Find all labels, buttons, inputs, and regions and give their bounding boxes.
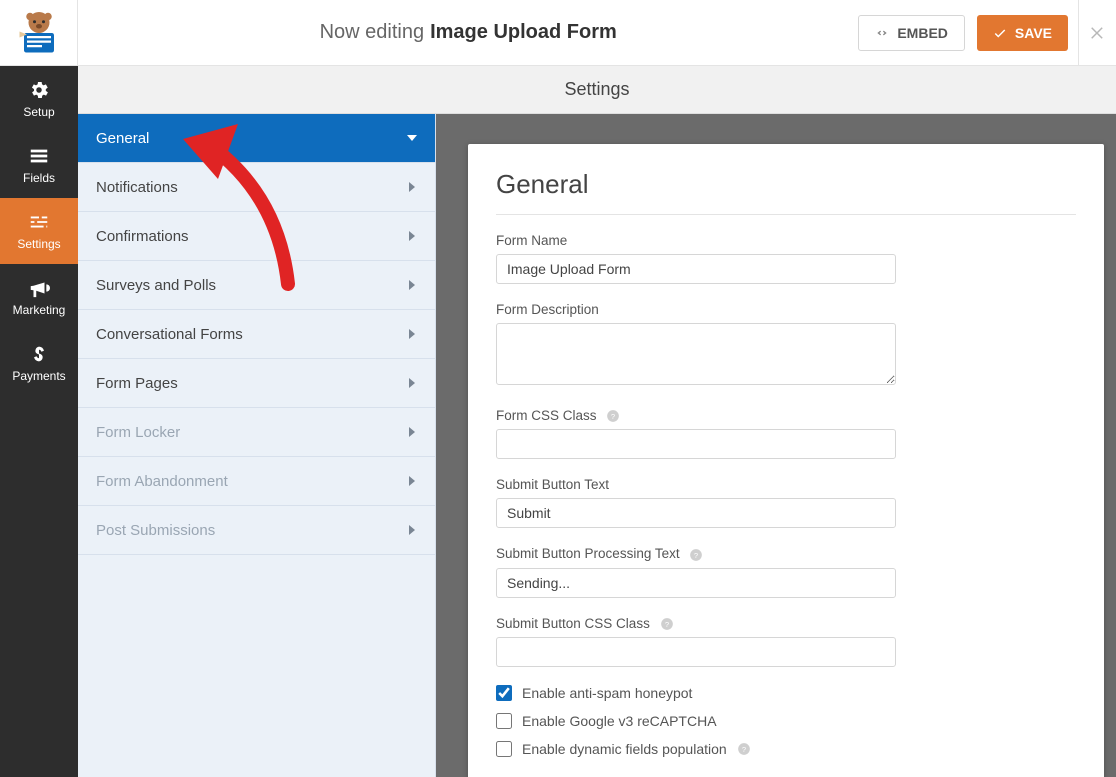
settings-item-label: Notifications [96, 179, 178, 196]
settings-item-form-pages[interactable]: Form Pages [78, 359, 435, 408]
field-submit-processing: Submit Button Processing Text ? [496, 546, 1076, 597]
settings-item-form-abandonment[interactable]: Form Abandonment [78, 457, 435, 506]
top-bar: Now editing Image Upload Form EMBED SAVE [0, 0, 1116, 66]
submit-text-input[interactable] [496, 498, 896, 528]
check-icon [993, 26, 1007, 40]
embed-button[interactable]: EMBED [858, 15, 965, 51]
svg-text:?: ? [664, 620, 668, 629]
settings-item-confirmations[interactable]: Confirmations [78, 212, 435, 261]
help-icon[interactable]: ? [606, 409, 620, 423]
settings-panel: General Notifications Confirmations Surv… [78, 114, 436, 777]
svg-text:?: ? [742, 745, 746, 754]
rail-settings[interactable]: Settings [0, 198, 78, 264]
close-icon [1089, 24, 1107, 42]
rail-marketing-label: Marketing [13, 303, 66, 317]
settings-item-notifications[interactable]: Notifications [78, 163, 435, 212]
card-heading: General [496, 169, 1076, 215]
title-prefix: Now editing [320, 21, 425, 44]
rail-setup[interactable]: Setup [0, 66, 78, 132]
form-css-input[interactable] [496, 429, 896, 459]
svg-text:?: ? [611, 412, 615, 421]
submit-processing-input[interactable] [496, 568, 896, 598]
settings-item-label: Form Locker [96, 424, 180, 441]
close-button[interactable] [1078, 0, 1116, 66]
chevron-right-icon [407, 522, 417, 539]
section-header: Settings [78, 66, 1116, 114]
chevron-right-icon [407, 179, 417, 196]
form-description-label: Form Description [496, 302, 1076, 317]
checkbox-honeypot-row: Enable anti-spam honeypot [496, 685, 1076, 701]
section-header-title: Settings [564, 79, 629, 100]
settings-item-conversational[interactable]: Conversational Forms [78, 310, 435, 359]
rail-payments[interactable]: Payments [0, 330, 78, 396]
bullhorn-icon [28, 277, 50, 299]
settings-item-label: Post Submissions [96, 522, 215, 539]
chevron-right-icon [407, 326, 417, 343]
canvas: General Form Name Form Description Form … [436, 114, 1116, 777]
checkbox-dynamic-label: Enable dynamic fields population [522, 741, 727, 757]
chevron-right-icon [407, 228, 417, 245]
checkbox-honeypot-label: Enable anti-spam honeypot [522, 685, 692, 701]
settings-item-form-locker[interactable]: Form Locker [78, 408, 435, 457]
settings-item-label: Form Abandonment [96, 473, 228, 490]
submit-css-label: Submit Button CSS Class ? [496, 616, 1076, 631]
settings-item-label: Surveys and Polls [96, 277, 216, 294]
form-name-input[interactable] [496, 254, 896, 284]
field-form-description: Form Description [496, 302, 1076, 390]
settings-item-label: Form Pages [96, 375, 178, 392]
form-css-label: Form CSS Class ? [496, 408, 1076, 423]
field-form-name: Form Name [496, 233, 1076, 284]
gear-icon [28, 79, 50, 101]
help-icon[interactable]: ? [737, 742, 751, 756]
help-icon[interactable]: ? [660, 617, 674, 631]
checkbox-recaptcha-label: Enable Google v3 reCAPTCHA [522, 713, 717, 729]
checkbox-recaptcha[interactable] [496, 713, 512, 729]
form-description-input[interactable] [496, 323, 896, 385]
logo [0, 0, 78, 65]
rail-fields-label: Fields [23, 171, 55, 185]
submit-css-input[interactable] [496, 637, 896, 667]
rail-payments-label: Payments [12, 369, 65, 383]
settings-item-label: Conversational Forms [96, 326, 243, 343]
chevron-right-icon [407, 375, 417, 392]
chevron-right-icon [407, 277, 417, 294]
settings-item-post-submissions[interactable]: Post Submissions [78, 506, 435, 555]
code-icon [875, 26, 889, 40]
form-name-label: Form Name [496, 233, 1076, 248]
chevron-down-icon [407, 130, 417, 147]
embed-label: EMBED [897, 25, 948, 41]
chevron-right-icon [407, 424, 417, 441]
checkbox-dynamic[interactable] [496, 741, 512, 757]
field-form-css: Form CSS Class ? [496, 408, 1076, 459]
settings-item-label: Confirmations [96, 228, 189, 245]
rail-marketing[interactable]: Marketing [0, 264, 78, 330]
top-actions: EMBED SAVE [858, 15, 1078, 51]
help-icon[interactable]: ? [689, 548, 703, 562]
rail-setup-label: Setup [23, 105, 54, 119]
submit-processing-label: Submit Button Processing Text ? [496, 546, 1076, 561]
settings-item-general[interactable]: General [78, 114, 435, 163]
rail-fields[interactable]: Fields [0, 132, 78, 198]
svg-text:?: ? [694, 551, 698, 560]
save-button[interactable]: SAVE [977, 15, 1068, 51]
submit-text-label: Submit Button Text [496, 477, 1076, 492]
settings-card: General Form Name Form Description Form … [468, 144, 1104, 777]
checkbox-honeypot[interactable] [496, 685, 512, 701]
rail-settings-label: Settings [17, 237, 60, 251]
save-label: SAVE [1015, 25, 1052, 41]
field-submit-text: Submit Button Text [496, 477, 1076, 528]
checkbox-recaptcha-row: Enable Google v3 reCAPTCHA [496, 713, 1076, 729]
wpforms-icon [14, 9, 64, 57]
page-title: Now editing Image Upload Form [78, 21, 858, 44]
settings-item-surveys[interactable]: Surveys and Polls [78, 261, 435, 310]
sliders-icon [28, 211, 50, 233]
list-icon [28, 145, 50, 167]
checkbox-dynamic-row: Enable dynamic fields population ? [496, 741, 1076, 757]
left-rail: Setup Fields Settings Marketing Payments [0, 66, 78, 777]
dollar-icon [28, 343, 50, 365]
title-form-name: Image Upload Form [430, 21, 617, 44]
field-submit-css: Submit Button CSS Class ? [496, 616, 1076, 667]
chevron-right-icon [407, 473, 417, 490]
settings-item-label: General [96, 130, 149, 147]
